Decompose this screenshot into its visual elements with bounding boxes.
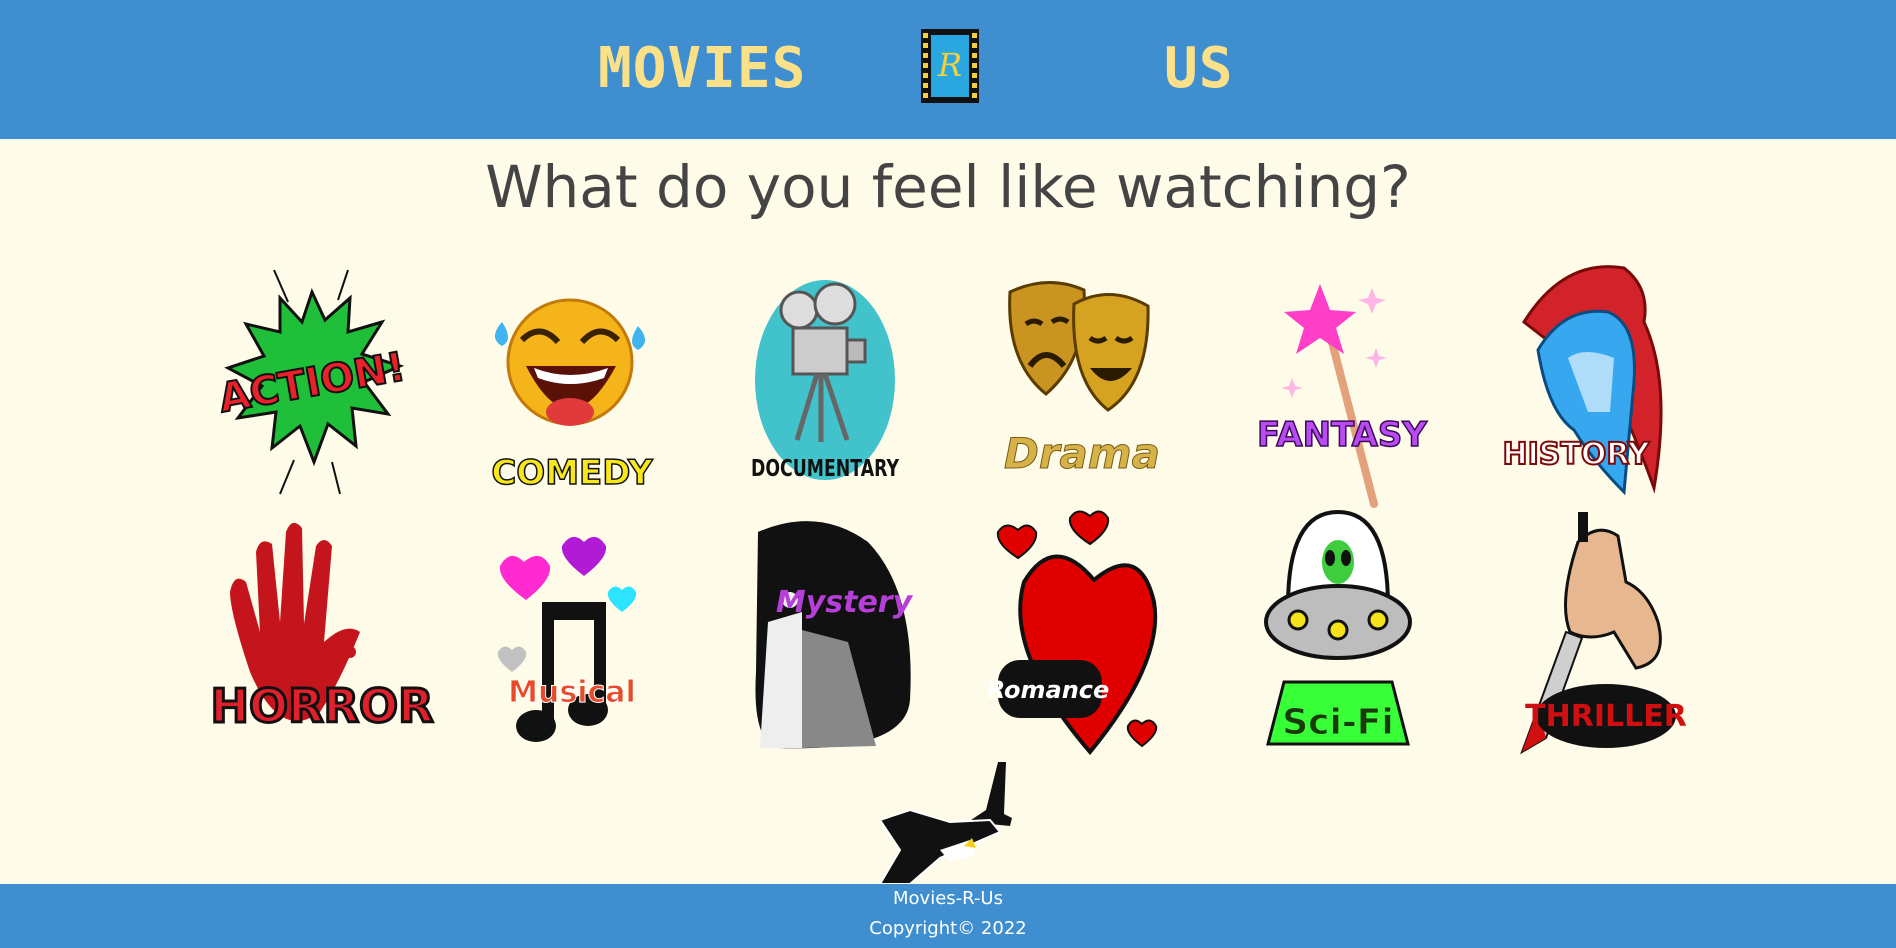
genre-action[interactable]: ACTION! bbox=[215, 262, 410, 502]
genre-label: Drama bbox=[1004, 429, 1160, 478]
site-header: MOVIES R US bbox=[0, 0, 1896, 139]
genre-label: Mystery bbox=[776, 585, 914, 620]
film-strip-logo-icon[interactable]: R bbox=[921, 29, 979, 103]
site-footer: Movies-R-Us Copyright© 2022 bbox=[0, 884, 1896, 948]
genre-label: Romance bbox=[987, 676, 1110, 704]
genre-label: DOCUMENTARY bbox=[751, 456, 899, 482]
laughing-emoji-icon: COMEDY bbox=[491, 298, 654, 494]
genre-history[interactable]: HISTORY bbox=[1501, 262, 1684, 502]
action-burst-icon: ACTION! bbox=[215, 269, 410, 495]
genre-fantasy[interactable]: FANTASY bbox=[1252, 262, 1432, 508]
airplane-icon[interactable] bbox=[880, 762, 1014, 884]
genre-musical[interactable]: Musical bbox=[482, 512, 662, 752]
bloody-hand-icon: HORROR bbox=[209, 522, 435, 735]
footer-copyright: Copyright© 2022 bbox=[869, 918, 1027, 939]
genre-label: HORROR bbox=[211, 679, 434, 733]
genre-scifi[interactable]: Sci-Fi bbox=[1248, 509, 1428, 752]
brand-right-text: US bbox=[1164, 36, 1234, 101]
genre-label: THRILLER bbox=[1525, 699, 1687, 734]
spartan-helmet-icon: HISTORY bbox=[1501, 265, 1663, 496]
genre-drama[interactable]: Drama bbox=[992, 262, 1172, 502]
logo-letter: R bbox=[937, 46, 962, 84]
genre-horror[interactable]: HORROR bbox=[209, 512, 435, 752]
genre-label: COMEDY bbox=[491, 453, 653, 493]
genre-comedy[interactable]: COMEDY bbox=[482, 262, 662, 502]
genre-romance[interactable]: Romance bbox=[987, 510, 1174, 756]
genre-documentary[interactable]: DOCUMENTARY bbox=[735, 262, 915, 502]
ufo-alien-icon: Sci-Fi bbox=[1264, 509, 1412, 746]
genre-mystery[interactable]: Mystery bbox=[738, 512, 918, 752]
footer-site-name: Movies-R-Us bbox=[893, 888, 1003, 909]
music-note-icon: Musical bbox=[497, 536, 636, 742]
heart-icon: Romance bbox=[987, 510, 1158, 756]
genre-label: HISTORY bbox=[1502, 437, 1650, 472]
genre-label: FANTASY bbox=[1257, 415, 1427, 455]
page-title: What do you feel like watching? bbox=[485, 153, 1411, 221]
genre-label: Sci-Fi bbox=[1282, 702, 1393, 743]
genre-label: Musical bbox=[508, 675, 636, 710]
theater-masks-icon: Drama bbox=[1003, 280, 1161, 479]
magic-wand-icon: FANTASY bbox=[1256, 284, 1428, 508]
film-camera-icon: DOCUMENTARY bbox=[751, 280, 899, 482]
knife-hand-icon: THRILLER bbox=[1520, 512, 1687, 755]
brand-left-text: MOVIES bbox=[598, 36, 807, 101]
genre-thriller[interactable]: THRILLER bbox=[1518, 512, 1698, 755]
keyhole-door-icon: Mystery bbox=[755, 521, 914, 749]
